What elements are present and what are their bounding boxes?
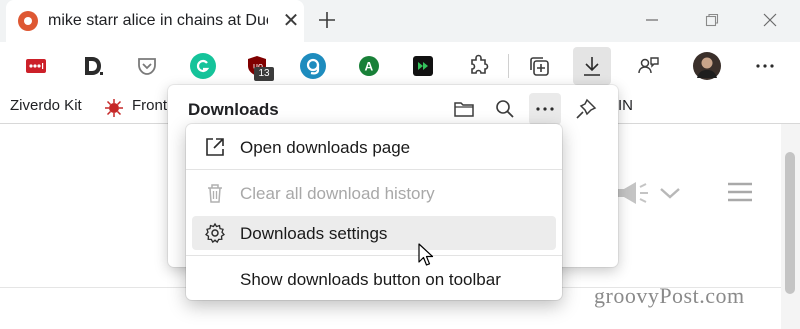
folder-icon bbox=[454, 102, 474, 117]
plus-icon bbox=[319, 12, 335, 28]
gravatar-icon bbox=[300, 53, 326, 79]
disconnect-button[interactable] bbox=[74, 47, 112, 85]
menu-item-open-downloads-page[interactable]: Open downloads page bbox=[192, 130, 556, 164]
menu-item-clear-history: Clear all download history bbox=[192, 176, 556, 210]
virus-icon bbox=[104, 98, 124, 118]
grammarly-button[interactable] bbox=[184, 47, 222, 85]
collections-button[interactable] bbox=[520, 47, 558, 85]
downloads-button[interactable] bbox=[573, 47, 611, 85]
download-icon bbox=[584, 57, 600, 76]
tab-strip: mike starr alice in chains at Duck ✕ bbox=[0, 0, 800, 42]
more-icon bbox=[756, 64, 774, 68]
mouse-cursor-icon bbox=[418, 243, 434, 266]
tab-close-button[interactable]: ✕ bbox=[280, 10, 302, 32]
gravatar-button[interactable] bbox=[294, 47, 332, 85]
downloads-more-button[interactable] bbox=[529, 93, 561, 125]
settings-more-button[interactable] bbox=[746, 47, 784, 85]
gear-icon bbox=[204, 222, 226, 244]
toolbar-divider bbox=[508, 54, 509, 78]
downloads-title: Downloads bbox=[188, 100, 279, 119]
downloads-more-menu: Open downloads page Clear all download h… bbox=[186, 124, 562, 300]
pocket-button[interactable] bbox=[128, 47, 166, 85]
ublock-count-badge: 13 bbox=[254, 67, 274, 81]
svg-text:A: A bbox=[365, 60, 374, 74]
disconnect-icon bbox=[85, 57, 103, 75]
media-player-icon bbox=[413, 56, 433, 76]
favorite-item-front[interactable]: Front bbox=[132, 97, 167, 114]
extensions-button[interactable] bbox=[460, 47, 498, 85]
grammarly-icon bbox=[190, 53, 216, 79]
minimize-icon bbox=[646, 19, 658, 21]
page-scrollbar[interactable] bbox=[781, 124, 800, 329]
tab-active[interactable]: mike starr alice in chains at Duck ✕ bbox=[6, 0, 304, 42]
trash-icon bbox=[204, 182, 226, 204]
megaphone-icon bbox=[618, 182, 648, 204]
scrollbar-thumb[interactable] bbox=[785, 152, 795, 294]
more-icon bbox=[536, 107, 554, 111]
menu-item-show-downloads-button[interactable]: Show downloads button on toolbar bbox=[192, 262, 556, 296]
favorite-item-ziverdo[interactable]: Ziverdo Kit bbox=[10, 97, 82, 114]
menu-label: Clear all download history bbox=[240, 184, 435, 203]
pin-panel-button[interactable] bbox=[570, 93, 602, 125]
close-icon bbox=[763, 13, 777, 27]
menu-divider bbox=[186, 255, 562, 256]
toolbar: uo 13 A bbox=[0, 42, 800, 90]
menu-label: Open downloads page bbox=[240, 138, 411, 157]
lastpass-button[interactable] bbox=[17, 47, 55, 85]
favorite-item-partial[interactable]: IN bbox=[618, 97, 633, 114]
pin-icon bbox=[576, 98, 597, 119]
profile-avatar bbox=[693, 52, 721, 80]
lastpass-icon bbox=[26, 59, 46, 73]
duckduckgo-icon bbox=[18, 11, 38, 31]
media-player-button[interactable] bbox=[404, 47, 442, 85]
ublock-button[interactable]: uo 13 bbox=[238, 47, 276, 85]
pocket-icon bbox=[138, 58, 156, 75]
open-folder-button[interactable] bbox=[448, 93, 480, 125]
tab-title: mike starr alice in chains at Duck bbox=[48, 12, 268, 29]
menu-label: Downloads settings bbox=[240, 224, 388, 243]
new-tab-button[interactable] bbox=[314, 7, 340, 33]
feedback-icon bbox=[638, 57, 659, 74]
feedback-button[interactable] bbox=[630, 47, 668, 85]
profile-button[interactable] bbox=[688, 47, 726, 85]
restore-button[interactable] bbox=[700, 8, 724, 32]
restore-icon bbox=[705, 13, 719, 27]
minimize-button[interactable] bbox=[640, 8, 664, 32]
open-external-icon bbox=[204, 136, 226, 158]
chevron-down-icon[interactable] bbox=[659, 186, 681, 200]
watermark: groovyPost.com bbox=[594, 283, 745, 308]
collections-icon bbox=[530, 57, 549, 76]
menu-divider bbox=[186, 169, 562, 170]
menu-label: Show downloads button on toolbar bbox=[240, 270, 501, 289]
hamburger-menu-icon[interactable] bbox=[727, 181, 753, 203]
account-a-button[interactable]: A bbox=[350, 47, 388, 85]
extensions-puzzle-icon bbox=[471, 54, 489, 74]
window-close-button[interactable] bbox=[758, 8, 782, 32]
search-downloads-button[interactable] bbox=[489, 93, 521, 125]
account-a-icon: A bbox=[359, 56, 379, 76]
search-icon bbox=[496, 100, 514, 118]
menu-item-downloads-settings[interactable]: Downloads settings bbox=[192, 216, 556, 250]
